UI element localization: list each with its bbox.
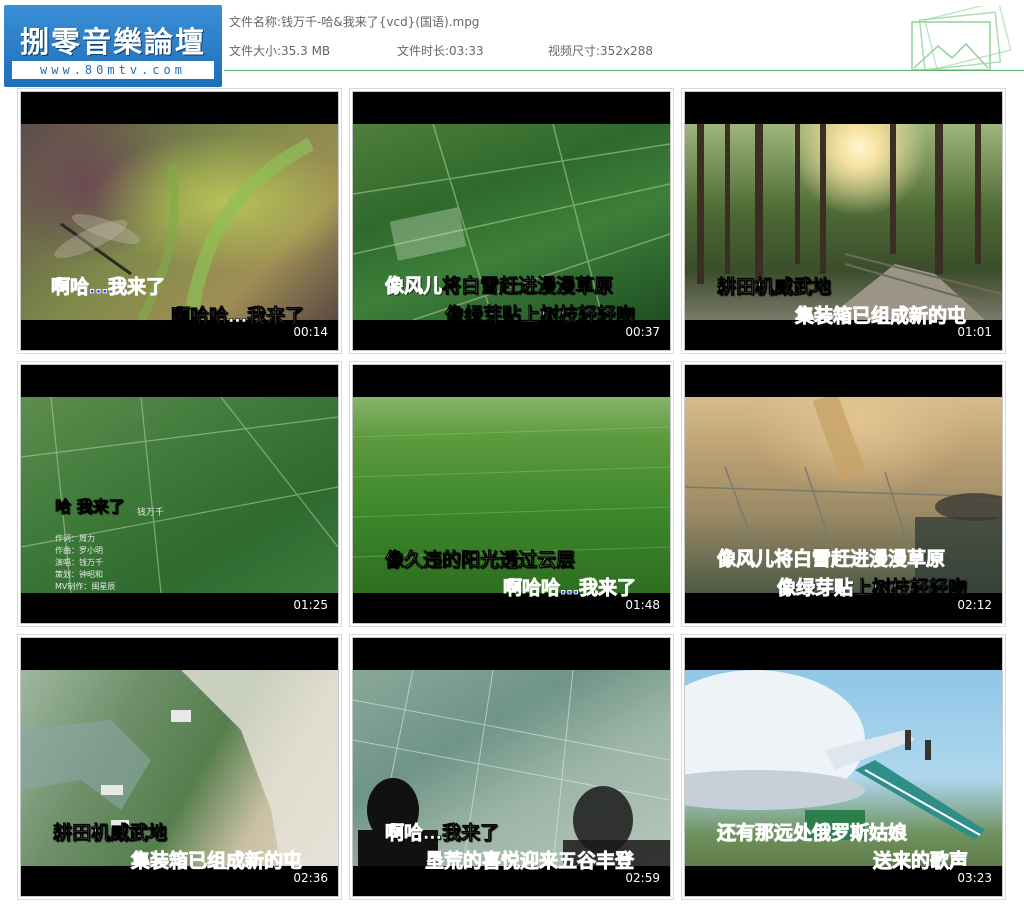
thumbnail-9[interactable]: 还有那远处俄罗斯姑娘 送来的歌声 03:23	[685, 638, 1002, 896]
video-dims-label: 视频尺寸:	[548, 44, 601, 58]
file-duration-label: 文件时长:	[397, 44, 450, 58]
logo-url: www.80mtv.com	[12, 61, 214, 79]
video-dims-value: 352x288	[600, 44, 653, 58]
file-name-value: 钱万千-哈&我来了{vcd}(国语).mpg	[281, 15, 480, 29]
lyric-unsung-part: …我来了	[423, 822, 500, 845]
forum-logo[interactable]: 捌零音樂論壇 www.80mtv.com	[4, 5, 222, 87]
file-duration-row: 文件时长:03:33	[397, 42, 484, 59]
lyric-line-1: 像久违的阳光透过云层	[385, 549, 576, 572]
lyric-line-2: 啊哈哈…我来了	[503, 577, 637, 600]
timestamp: 01:01	[957, 325, 992, 339]
thumbnail-4[interactable]: 哈 我来了 钱万千 作词：周力 作曲：罗小明 演唱：钱万千 策划：钟昭和 MV制…	[21, 365, 338, 623]
timestamp: 00:14	[293, 325, 328, 339]
lyric-line-2: 啊哈哈…我来了	[171, 305, 305, 328]
lyric-line-2: 像绿芽贴上树枝轻轻吻	[445, 304, 636, 327]
lyric-line-1: 像风儿将白雪赶进漫漫草原	[717, 548, 946, 571]
thumbnail-3[interactable]: 耕田机威武地 集装箱已组成新的屯 01:01	[685, 92, 1002, 350]
timestamp: 01:25	[293, 598, 328, 612]
thumbnail-7[interactable]: 耕田机威武地 集装箱已组成新的屯 02:36	[21, 638, 338, 896]
thumbnail-1[interactable]: 啊哈…我来了 啊哈哈…我来了 00:14	[21, 92, 338, 350]
lyric-line-1: 耕田机威武地	[717, 276, 832, 299]
song-title: 哈 我来了	[55, 497, 125, 517]
lyric-sung-part: 像绿芽贴	[777, 577, 854, 600]
lyric-line-2: 垦荒的喜悦迎来五谷丰登	[425, 850, 635, 873]
file-info-header: 捌零音樂論壇 www.80mtv.com 文件名称:钱万千-哈&我来了{vcd}…	[0, 0, 1024, 87]
lyric-line-1: 啊哈…我来了	[385, 818, 500, 845]
timestamp: 00:37	[625, 325, 660, 339]
lyric-sung-part: 像风儿	[385, 275, 443, 298]
thumbnail-5[interactable]: 像久违的阳光透过云层 啊哈哈…我来了 01:48	[353, 365, 670, 623]
thumbnail-6[interactable]: 像风儿将白雪赶进漫漫草原 像绿芽贴上树枝轻轻吻 02:12	[685, 365, 1002, 623]
picture-frames-icon	[911, 6, 1012, 70]
lyric-unsung-part: 上树枝轻轻吻	[853, 577, 968, 600]
lyric-line-2: 集装箱已组成新的屯	[131, 850, 303, 873]
file-size-label: 文件大小:	[229, 44, 282, 58]
file-duration-value: 03:33	[449, 44, 484, 58]
logo-title: 捌零音樂論壇	[19, 25, 206, 59]
song-credits: 作词：周力 作曲：罗小明 演唱：钱万千 策划：钟昭和 MV制作：闽星辰	[55, 534, 116, 591]
header-divider	[224, 70, 1024, 71]
file-size-row: 文件大小:35.3 MB	[229, 42, 330, 59]
thumbnail-8[interactable]: 啊哈…我来了 垦荒的喜悦迎来五谷丰登 02:59	[353, 638, 670, 896]
file-name-label: 文件名称:	[229, 15, 282, 29]
lyric-line-1: 耕田机威武地	[53, 822, 168, 845]
singer-name: 钱万千	[137, 508, 165, 518]
lyric-line-1: 啊哈…我来了	[51, 276, 166, 299]
video-dims-row: 视频尺寸:352x288	[548, 42, 653, 59]
lyric-line-1: 还有那远处俄罗斯姑娘	[717, 822, 908, 845]
timestamp: 02:59	[625, 871, 660, 885]
lyric-sung-part: 啊哈	[385, 822, 424, 845]
lyric-line-1: 像风儿将白雪赶进漫漫草原	[385, 271, 614, 298]
file-name-row: 文件名称:钱万千-哈&我来了{vcd}(国语).mpg	[229, 13, 479, 30]
timestamp: 01:48	[625, 598, 660, 612]
lyric-unsung-part: 将白雪赶进漫漫草原	[442, 275, 614, 298]
lyric-line-2: 集装箱已组成新的屯	[795, 305, 967, 328]
file-size-value: 35.3 MB	[281, 44, 331, 58]
lyric-line-2: 送来的歌声	[873, 850, 969, 873]
thumbnail-2[interactable]: 像风儿将白雪赶进漫漫草原 像绿芽贴上树枝轻轻吻 00:37	[353, 92, 670, 350]
timestamp: 03:23	[957, 871, 992, 885]
timestamp: 02:36	[293, 871, 328, 885]
lyric-line-2: 像绿芽贴上树枝轻轻吻	[777, 573, 968, 600]
timestamp: 02:12	[957, 598, 992, 612]
